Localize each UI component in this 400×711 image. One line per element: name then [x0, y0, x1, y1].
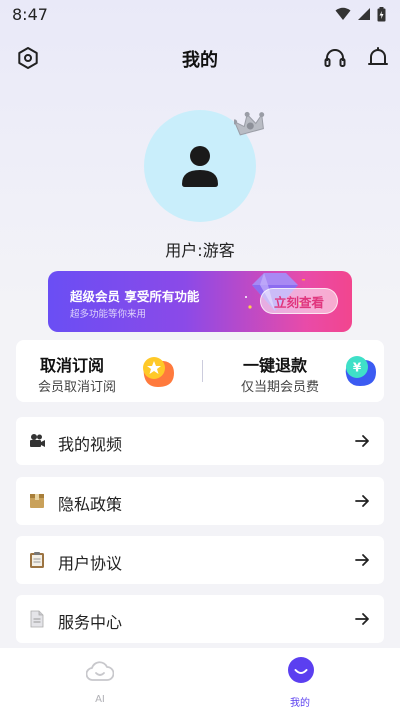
menu-item-privacy-policy[interactable]: 隐私政策: [16, 477, 384, 525]
smile-face-icon: [288, 657, 314, 683]
package-icon: [30, 494, 44, 508]
cancel-subscription-title: 取消订阅: [40, 356, 105, 375]
status-icons: [335, 6, 386, 22]
status-bar: 8:47: [0, 0, 400, 28]
tab-mine[interactable]: 我的: [270, 654, 330, 709]
tab-ai-label: AI: [95, 694, 105, 705]
bell-icon: [368, 47, 388, 65]
view-now-button[interactable]: 立刻查看: [260, 288, 338, 314]
signal-icon: [358, 8, 370, 20]
svg-text:¥: ¥: [353, 361, 362, 375]
menu-label: 用户协议: [58, 554, 123, 573]
vip-subtitle: 超多功能等你来用: [70, 309, 147, 320]
page-header: 我的: [0, 38, 400, 78]
arrow-right-icon: [355, 613, 369, 625]
refund-subtitle: 仅当期会员费: [241, 380, 320, 395]
clipboard-icon: [30, 552, 44, 568]
tab-mine-label: 我的: [290, 698, 310, 709]
arrow-right-icon: [355, 435, 369, 447]
notifications-button[interactable]: [365, 45, 391, 71]
crown-icon: [234, 111, 265, 136]
menu-label: 隐私政策: [58, 495, 123, 514]
user-icon: [182, 146, 218, 187]
headset-icon: [324, 49, 346, 67]
arrow-right-icon: [355, 554, 369, 566]
cancel-subscription-button[interactable]: 取消订阅 会员取消订阅: [16, 340, 202, 402]
customer-service-button[interactable]: [322, 45, 348, 71]
video-camera-icon: [30, 434, 45, 447]
wifi-icon: [335, 7, 351, 20]
cancel-subscription-subtitle: 会员取消订阅: [38, 380, 117, 395]
menu-item-service-center[interactable]: 服务中心: [16, 595, 384, 643]
tab-ai[interactable]: AI: [70, 654, 130, 708]
vip-banner[interactable]: 超级会员 享受所有功能 超多功能等你来用 立刻查看: [48, 271, 352, 332]
menu-item-user-agreement[interactable]: 用户协议: [16, 536, 384, 584]
star-badge-icon: [143, 357, 174, 387]
status-time: 8:47: [12, 4, 48, 24]
battery-icon: [377, 6, 386, 21]
refund-button[interactable]: 一键退款 仅当期会员费 ¥: [203, 340, 384, 402]
document-icon: [30, 610, 44, 628]
quick-actions-card: 取消订阅 会员取消订阅 一键退款 仅当期会员费 ¥: [16, 340, 384, 402]
username: 用户:游客: [165, 241, 235, 260]
arrow-right-icon: [355, 495, 369, 507]
cloud-smile-icon: [86, 661, 114, 681]
vip-title: 超级会员 享受所有功能: [70, 289, 200, 304]
menu-label: 服务中心: [58, 613, 123, 632]
yen-badge-icon: ¥: [345, 356, 376, 386]
menu-label: 我的视频: [58, 435, 123, 454]
refund-title: 一键退款: [243, 356, 308, 375]
bottom-navigation: AI 我的: [0, 648, 400, 711]
menu-item-my-videos[interactable]: 我的视频: [16, 417, 384, 465]
